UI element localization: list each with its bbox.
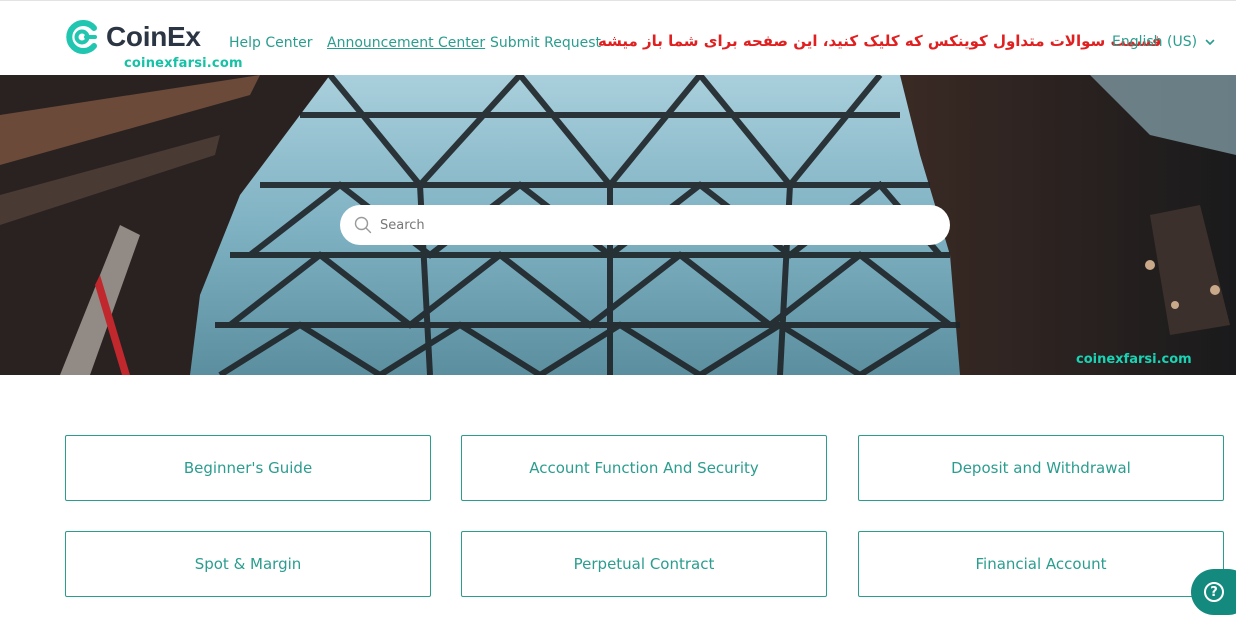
help-center-page: CoinEx coinexfarsi.com Help Center Annou… — [0, 0, 1236, 625]
site-header: CoinEx coinexfarsi.com Help Center Annou… — [0, 4, 1236, 75]
chevron-down-icon — [1205, 39, 1215, 45]
search-bar[interactable] — [340, 205, 950, 245]
help-question-icon: ? — [1204, 582, 1224, 602]
search-icon — [354, 216, 372, 234]
nav-help-center[interactable]: Help Center — [229, 35, 313, 51]
hero-banner: coinexfarsi.com — [0, 75, 1236, 375]
hero-watermark: coinexfarsi.com — [1076, 352, 1192, 367]
help-widget-button[interactable]: ? — [1191, 569, 1236, 615]
persian-annotation: قسمت سوالات متداول کوینکس که کلیک کنید، … — [598, 32, 1162, 50]
category-beginners-guide[interactable]: Beginner's Guide — [65, 435, 431, 501]
category-account-function-security[interactable]: Account Function And Security — [461, 435, 827, 501]
nav-announcement-center[interactable]: Announcement Center — [327, 35, 485, 51]
category-spot-margin[interactable]: Spot & Margin — [65, 531, 431, 597]
nav-submit-request[interactable]: Submit Request — [490, 35, 601, 51]
category-deposit-withdrawal[interactable]: Deposit and Withdrawal — [858, 435, 1224, 501]
category-perpetual-contract[interactable]: Perpetual Contract — [461, 531, 827, 597]
language-selector[interactable]: English (US) — [1112, 34, 1215, 50]
logo-text: CoinEx — [106, 21, 201, 52]
watermark-text: coinexfarsi.com — [124, 56, 243, 71]
coinex-logo-icon — [66, 20, 97, 54]
category-financial-account[interactable]: Financial Account — [858, 531, 1224, 597]
search-input[interactable] — [380, 217, 920, 233]
coinex-logo[interactable]: CoinEx — [64, 18, 201, 56]
language-label: English (US) — [1112, 34, 1198, 50]
